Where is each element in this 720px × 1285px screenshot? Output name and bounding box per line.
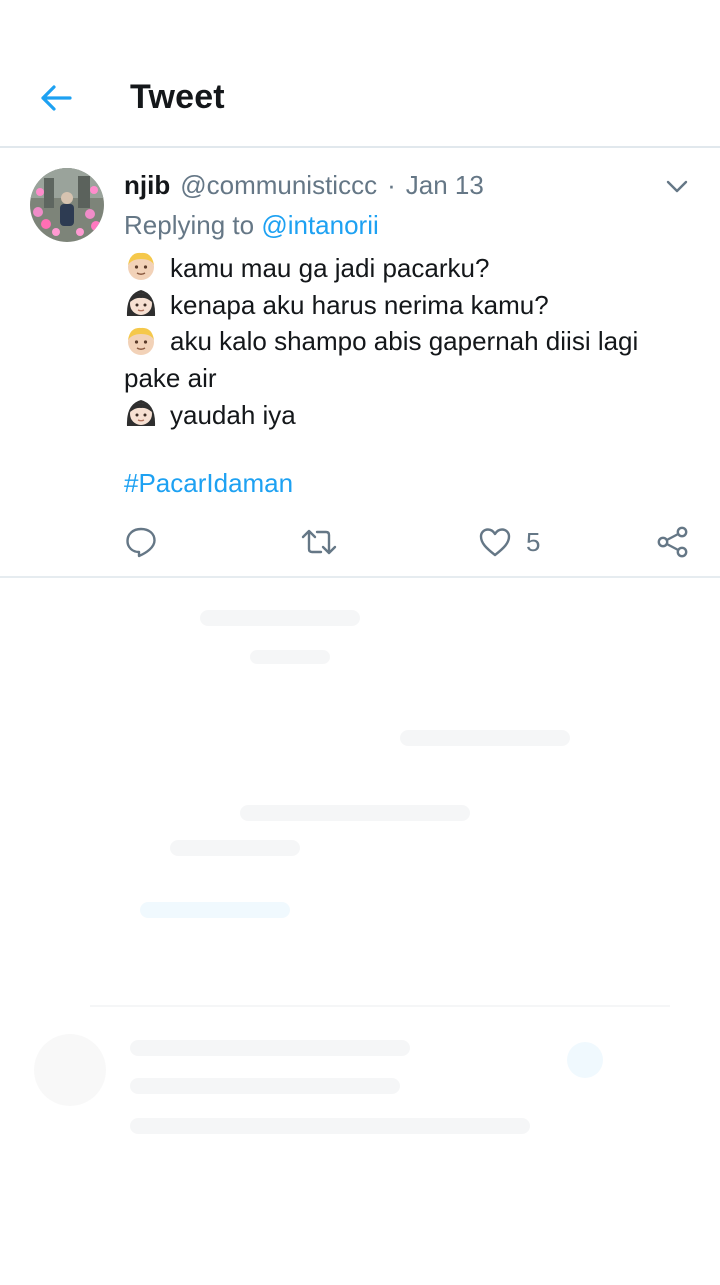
tweet-line: aku kalo shampo abis gapernah diisi lagi…: [124, 323, 694, 397]
retweet-button[interactable]: [300, 520, 338, 564]
tweet-actions: 5: [0, 520, 720, 564]
retweet-icon: [301, 529, 337, 555]
replying-to: Replying to @intanorii: [124, 210, 379, 241]
tweet-date[interactable]: Jan 13: [406, 170, 484, 201]
display-name[interactable]: njib: [124, 170, 170, 201]
arrow-left-icon: [41, 85, 72, 111]
boy-emoji: [128, 328, 154, 356]
tweet-line: yaudah iya: [124, 397, 694, 434]
girl-emoji: [126, 289, 156, 316]
hashtag-link[interactable]: #PacarIdaman: [124, 468, 293, 499]
user-handle[interactable]: @communisticcc: [180, 170, 377, 201]
share-button[interactable]: [656, 520, 690, 564]
heart-icon: [479, 528, 511, 557]
faded-background: [0, 590, 720, 1280]
back-button[interactable]: [32, 76, 80, 120]
replying-prefix: Replying to: [124, 210, 255, 240]
avatar[interactable]: [30, 168, 104, 242]
girl-emoji: [126, 399, 156, 426]
header-bar: Tweet: [0, 0, 720, 148]
tweet-menu-button[interactable]: [662, 174, 692, 198]
tweet-line: kenapa aku harus nerima kamu?: [124, 287, 694, 324]
tweet-line-text: kenapa aku harus nerima kamu?: [170, 289, 549, 320]
share-icon: [657, 526, 688, 558]
tweet-line: kamu mau ga jadi pacarku?: [124, 250, 694, 287]
boy-emoji: [128, 253, 154, 281]
tweet-line-text: yaudah iya: [170, 399, 296, 430]
like-button[interactable]: 5: [478, 520, 540, 564]
separator-dot: ·: [387, 169, 396, 200]
tweet-text: kamu mau ga jadi pacarku? kenapa aku har…: [124, 250, 694, 433]
tweet[interactable]: njib @communisticcc · Jan 13 Replying to…: [0, 150, 720, 578]
replying-to-link[interactable]: @intanorii: [261, 210, 378, 240]
chevron-down-icon: [666, 180, 688, 193]
page-title: Tweet: [130, 78, 225, 116]
like-count: 5: [526, 526, 541, 557]
tweet-header: njib @communisticcc · Jan 13: [124, 168, 484, 202]
reply-button[interactable]: [124, 520, 158, 564]
tweet-line-text: aku kalo shampo abis gapernah diisi lagi…: [124, 326, 639, 394]
reply-icon: [126, 527, 156, 558]
tweet-line-text: kamu mau ga jadi pacarku?: [170, 253, 490, 283]
